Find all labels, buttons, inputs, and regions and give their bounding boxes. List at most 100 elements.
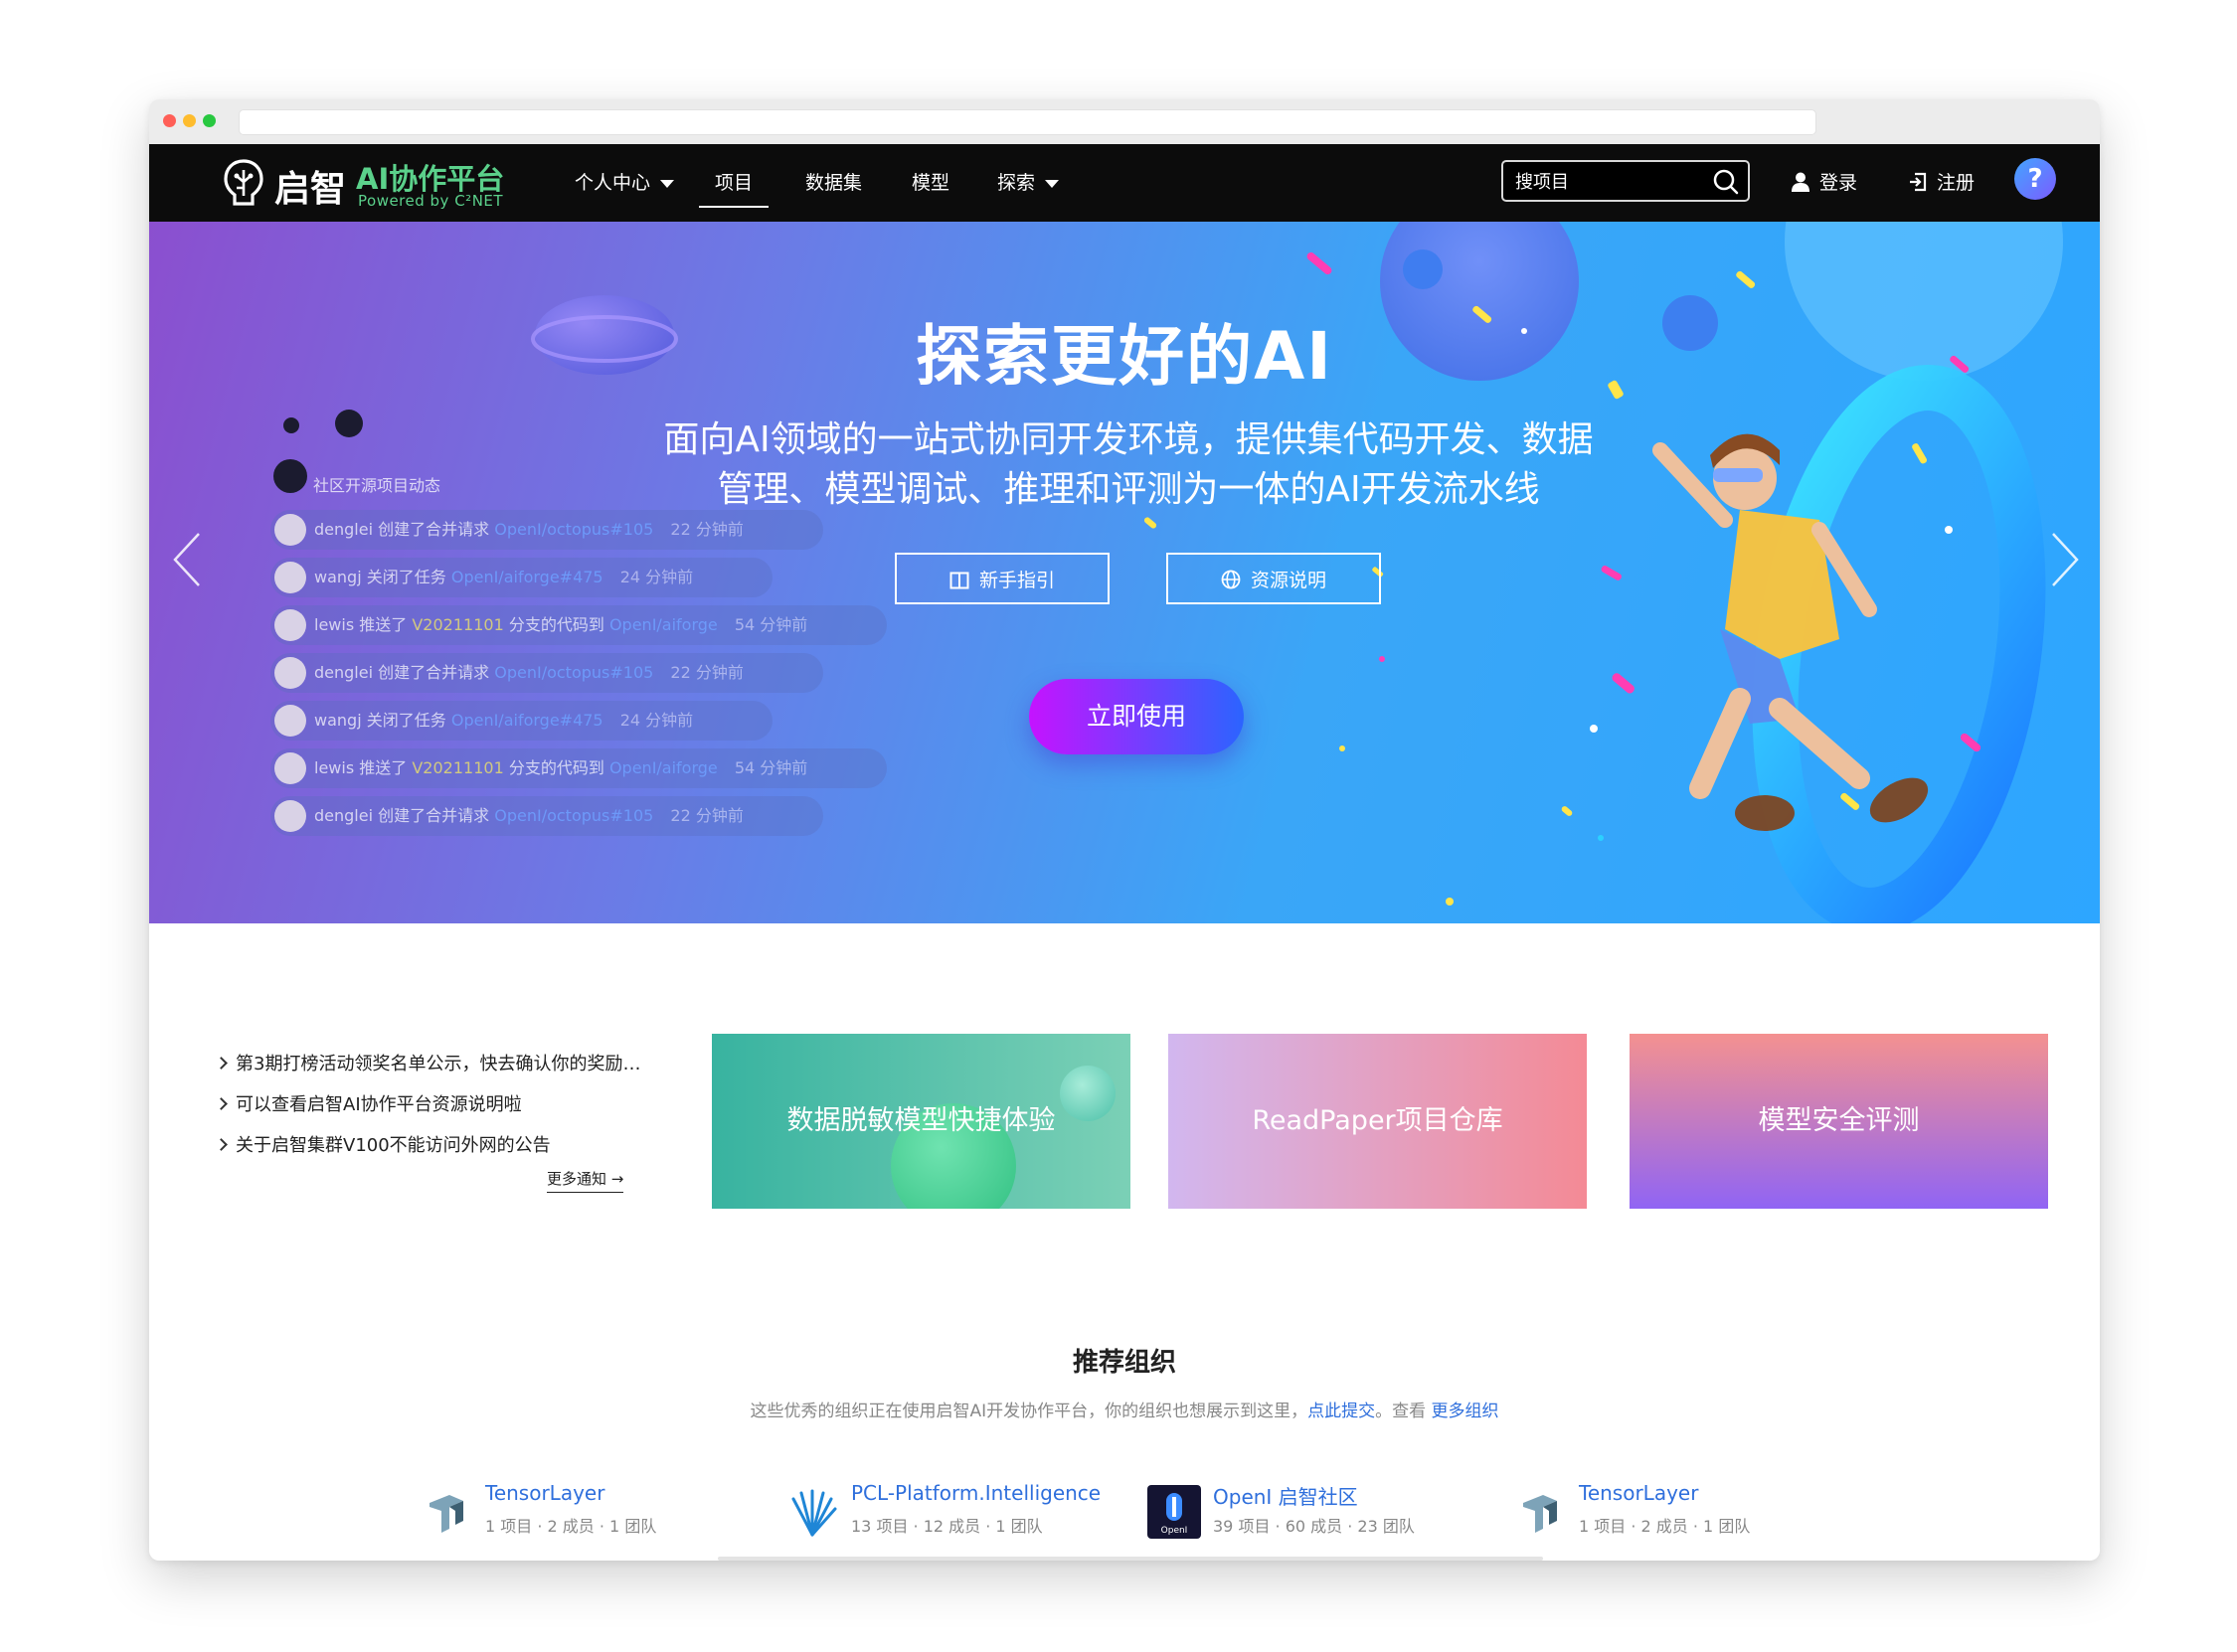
activity-target: OpenI/octopus#105	[494, 663, 654, 682]
card-label: 模型安全评测	[1758, 1105, 1920, 1136]
activity-time: 24 分钟前	[619, 568, 694, 586]
activity-action: 推送了	[359, 758, 408, 777]
activity-action: 关闭了任务	[366, 711, 446, 730]
org-meta: 13 项目 · 12 成员 · 1 团队	[851, 1517, 1043, 1536]
project-search	[1501, 160, 1750, 202]
nav-item-datasets[interactable]: 数据集	[805, 144, 862, 222]
activity-row[interactable]: denglei 创建了合并请求 OpenI/octopus#105 22 分钟前	[270, 510, 823, 550]
notice-list: 第3期打榜活动领奖名单公示，快去确认你的奖励… 可以查看启智AI协作平台资源说明…	[214, 1044, 671, 1166]
globe-icon	[1221, 570, 1241, 589]
register-link[interactable]: 注册	[1909, 144, 1975, 222]
avatar	[274, 800, 306, 832]
openi-brain-icon	[224, 159, 263, 206]
activity-row[interactable]: wangj 关闭了任务 OpenI/aiforge#475 24 分钟前	[270, 558, 774, 597]
activity-time: 24 分钟前	[619, 711, 694, 730]
address-bar[interactable]	[239, 109, 1816, 135]
minimize-window-button[interactable]	[183, 114, 196, 127]
activity-row[interactable]: lewis 推送了 V20211101 分支的代码到 OpenI/aiforge…	[270, 605, 888, 645]
nav-item-explore[interactable]: 探索	[997, 144, 1060, 222]
book-icon	[949, 572, 969, 589]
nav-item-personal-center[interactable]: 个人中心	[575, 144, 675, 222]
activity-action: 创建了合并请求	[378, 806, 490, 825]
nav-label: 项目	[715, 172, 754, 194]
card-model-security[interactable]: 模型安全评测	[1630, 1034, 2048, 1209]
org-meta: 39 项目 · 60 成员 · 23 团队	[1213, 1517, 1415, 1536]
logo-chinese-name: 启智	[274, 169, 347, 210]
register-label: 注册	[1937, 172, 1976, 194]
openi-logo-icon: OpenI	[1147, 1485, 1201, 1539]
login-link[interactable]: 登录	[1792, 144, 1857, 222]
svg-text:OpenI: OpenI	[1161, 1526, 1188, 1536]
activity-branch: V20211101	[412, 758, 504, 777]
activity-user: denglei	[314, 663, 374, 682]
nav-item-models[interactable]: 模型	[912, 144, 949, 222]
activity-action: 推送了	[359, 615, 408, 634]
activity-target: OpenI/octopus#105	[494, 520, 654, 539]
org-meta: 1 项目 · 2 成员 · 1 团队	[1579, 1517, 1751, 1536]
avatar	[274, 705, 306, 737]
activity-user: lewis	[314, 615, 355, 634]
activity-row[interactable]: denglei 创建了合并请求 OpenI/octopus#105 22 分钟前	[270, 796, 823, 836]
org-name: PCL-Platform.Intelligence	[851, 1481, 1102, 1505]
resource-label: 资源说明	[1250, 570, 1326, 591]
orgs-desc-text: 这些优秀的组织正在使用启智AI开发协作平台，你的组织也想展示到这里，	[750, 1402, 1308, 1421]
activity-target: OpenI/aiforge#475	[450, 568, 603, 586]
carousel-next-icon[interactable]	[2043, 530, 2083, 589]
hero-subtitle-line-1: 面向AI领域的一站式协同开发环境，提供集代码开发、数据	[663, 419, 1594, 460]
activity-user: denglei	[314, 520, 374, 539]
resource-info-button[interactable]: 资源说明	[1166, 553, 1381, 604]
nav-label: 数据集	[805, 172, 863, 194]
activity-target: OpenI/aiforge	[608, 615, 718, 634]
card-data-desensitization[interactable]: 数据脱敏模型快捷体验	[712, 1034, 1130, 1209]
search-input[interactable]	[1513, 166, 1706, 198]
activity-row[interactable]: wangj 关闭了任务 OpenI/aiforge#475 24 分钟前	[270, 701, 774, 741]
activity-time: 22 分钟前	[670, 663, 744, 682]
activity-row[interactable]: denglei 创建了合并请求 OpenI/octopus#105 22 分钟前	[270, 653, 823, 693]
orgs-desc-text: 。查看	[1375, 1402, 1432, 1421]
org-name: TensorLayer	[1579, 1481, 1699, 1505]
activity-row[interactable]: lewis 推送了 V20211101 分支的代码到 OpenI/aiforge…	[270, 748, 888, 788]
activity-user: wangj	[314, 711, 362, 730]
card-readpaper[interactable]: ReadPaper项目仓库	[1168, 1034, 1587, 1209]
notice-item[interactable]: 可以查看启智AI协作平台资源说明啦	[214, 1084, 671, 1125]
card-decoration	[1060, 1066, 1116, 1121]
hero-banner: 探索更好的AI 面向AI领域的一站式协同开发环境，提供集代码开发、数据 管理、模…	[149, 222, 2100, 923]
activity-branch: V20211101	[412, 615, 504, 634]
login-label: 登录	[1819, 172, 1858, 194]
submit-org-link[interactable]: 点此提交	[1307, 1402, 1375, 1421]
start-now-button[interactable]: 立即使用	[1029, 679, 1244, 754]
activity-user: lewis	[314, 758, 355, 777]
notice-item[interactable]: 第3期打榜活动领奖名单公示，快去确认你的奖励…	[214, 1044, 671, 1084]
activity-target: OpenI/octopus#105	[494, 806, 654, 825]
activity-user: denglei	[314, 806, 374, 825]
notice-item[interactable]: 关于启智集群V100不能访问外网的公告	[214, 1125, 671, 1166]
close-window-button[interactable]	[163, 114, 176, 127]
sign-in-icon	[1910, 172, 1927, 192]
carousel-prev-icon[interactable]	[169, 530, 209, 589]
hero-title: 探索更好的AI	[916, 318, 1333, 395]
search-icon[interactable]	[1712, 168, 1740, 196]
more-notices-link[interactable]: 更多通知 →	[547, 1168, 624, 1193]
avatar	[274, 514, 306, 546]
activity-user: wangj	[314, 568, 362, 586]
caret-down-icon	[1045, 179, 1060, 188]
top-navbar: 启智 AI协作平台 Powered by C²NET 个人中心 项目 数据集 模…	[149, 144, 2100, 222]
beginner-guide-button[interactable]: 新手指引	[895, 553, 1110, 604]
activity-action: 创建了合并请求	[378, 663, 490, 682]
guide-label: 新手指引	[978, 570, 1055, 591]
activity-time: 22 分钟前	[670, 806, 744, 825]
help-icon: ?	[2027, 164, 2043, 194]
avatar	[274, 609, 306, 641]
hero-subtitle: 面向AI领域的一站式协同开发环境，提供集代码开发、数据 管理、模型调试、推理和评…	[616, 415, 1640, 515]
org-name: OpenI 启智社区	[1213, 1485, 1358, 1509]
help-button[interactable]: ?	[2014, 158, 2056, 200]
nav-item-projects[interactable]: 项目	[698, 144, 770, 222]
maximize-window-button[interactable]	[203, 114, 216, 127]
org-carousel-scrollbar[interactable]	[718, 1557, 1543, 1561]
avatar	[274, 562, 306, 593]
more-orgs-link[interactable]: 更多组织	[1432, 1402, 1499, 1421]
activity-time: 22 分钟前	[670, 520, 744, 539]
hero-subtitle-line-2: 管理、模型调试、推理和评测为一体的AI开发流水线	[717, 469, 1540, 510]
nav-label: 个人中心	[575, 172, 651, 194]
nav-label: 探索	[997, 172, 1036, 194]
